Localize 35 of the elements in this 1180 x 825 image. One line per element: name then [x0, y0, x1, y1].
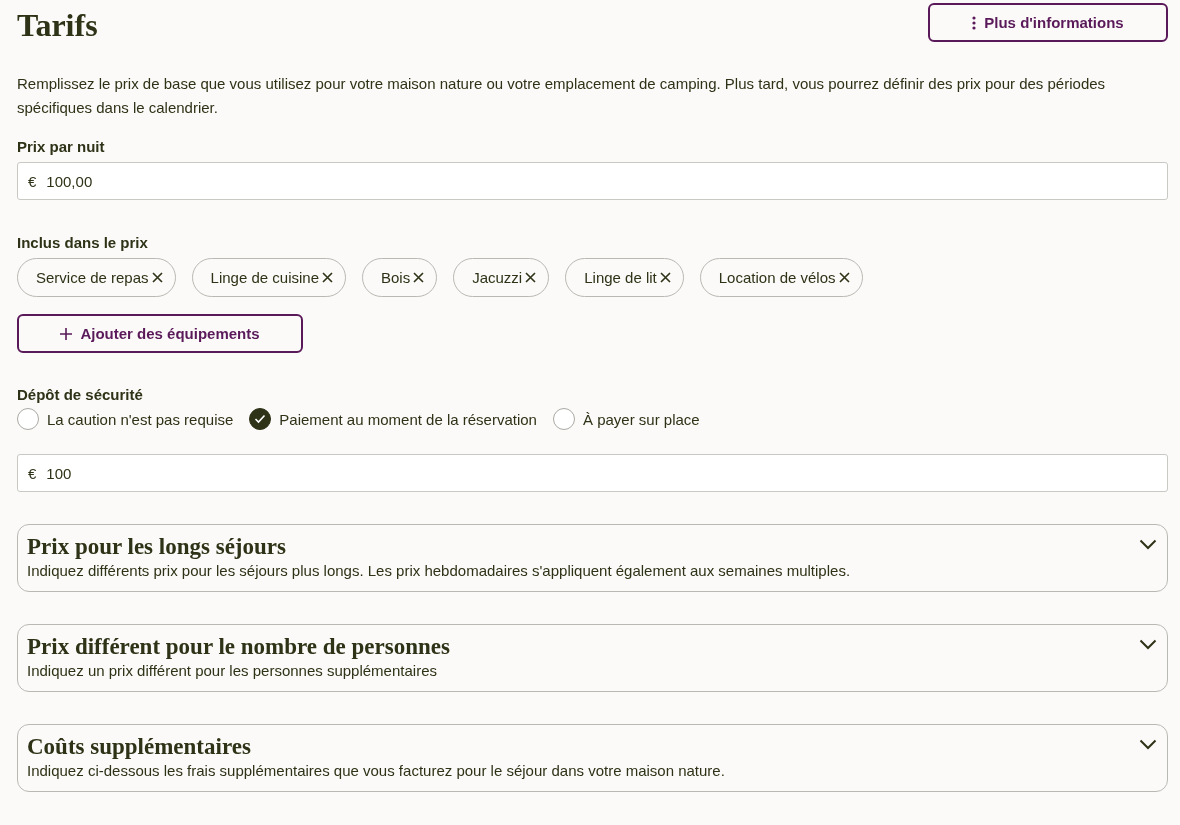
section-title: Prix pour les longs séjours — [27, 534, 287, 560]
plus-icon — [60, 327, 73, 340]
accordion-panel[interactable]: Prix différent pour le nombre de personnes Indiquez un prix différent pour les personnes supplémentaires — [17, 624, 1168, 692]
intro-text: Remplissez le prix de base que vous utilisez pour votre maison nature ou votre emplacement de camping. Plus tard, vous pourrez définir des prix pour des périodes spécifiques dans le calendrier. — [17, 74, 1107, 118]
section-description: Indiquez un prix différent pour les personnes supplémentaires — [27, 662, 438, 679]
chevron-icon[interactable] — [1139, 539, 1157, 550]
chevron-icon[interactable] — [1139, 639, 1157, 650]
field-label: Dépôt de sécurité — [17, 386, 144, 403]
section-description: Indiquez différents prix pour les séjours plus longs. Les prix hebdomadaires s'appliquent également aux semaines multiples. — [27, 562, 851, 579]
remove-icon[interactable] — [659, 272, 671, 283]
chevron-icon[interactable] — [1139, 739, 1157, 750]
remove-icon[interactable] — [525, 272, 537, 283]
more-info-button[interactable]: Plus d'informations — [928, 3, 1168, 42]
remove-icon[interactable] — [413, 272, 425, 283]
field-label: Prix par nuit — [17, 138, 106, 155]
remove-icon[interactable] — [322, 272, 333, 283]
price-field[interactable]: € 100,00 — [17, 162, 1168, 200]
radio-option[interactable]: À payer sur place — [552, 408, 700, 430]
section-description: Indiquez ci-dessous les frais supplémentaires que vous facturez pour le séjour dans votre maison nature. — [27, 762, 725, 779]
radio-icon[interactable] — [552, 408, 575, 430]
section-title: Prix différent pour le nombre de personnes — [27, 634, 450, 660]
radio-option[interactable]: Paiement au moment de la réservation — [249, 408, 537, 430]
section-title: Coûts supplémentaires — [27, 734, 252, 760]
deposit-field[interactable]: € 100 — [17, 454, 1168, 492]
add-amenities-button[interactable]: Ajouter des équipements — [17, 314, 303, 353]
field-label: Inclus dans le prix — [17, 234, 149, 251]
radio-option[interactable]: La caution n'est pas requise — [17, 408, 234, 430]
radio-checked-icon[interactable] — [249, 408, 272, 430]
page-title: Tarifs — [17, 7, 98, 44]
more-icon — [972, 15, 977, 30]
radio-icon[interactable] — [17, 408, 39, 430]
accordion-panel[interactable]: Prix pour les longs séjours Indiquez différents prix pour les séjours plus longs. Les prix hebdomadaires s'appliquent également aux semaines multiples. — [17, 524, 1168, 592]
remove-icon[interactable] — [151, 272, 163, 283]
accordion-panel[interactable]: Coûts supplémentaires Indiquez ci-dessous les frais supplémentaires que vous facturez pour le séjour dans votre maison nature. — [17, 724, 1168, 792]
remove-icon[interactable] — [838, 272, 850, 283]
